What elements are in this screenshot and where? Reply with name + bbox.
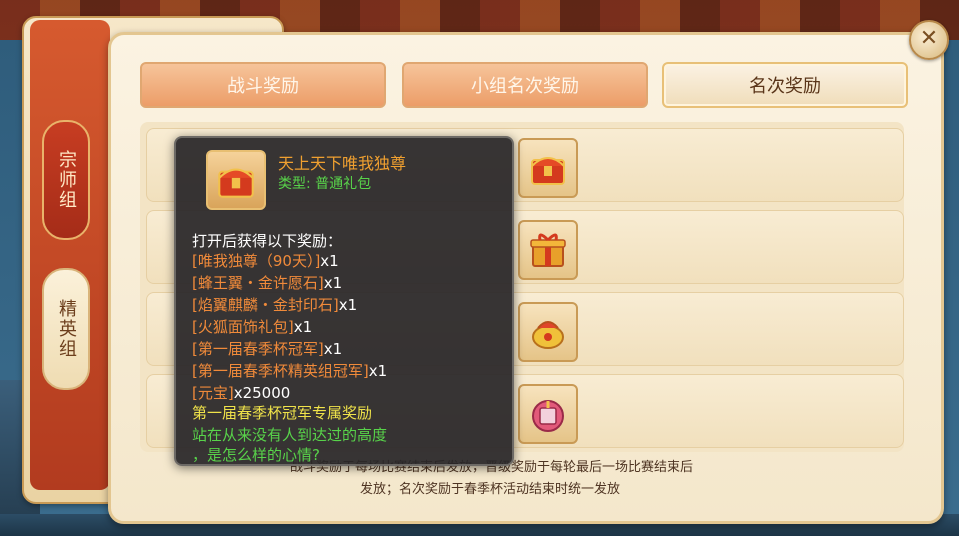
reward-item-name: [唯我独尊（90天）] [192,252,321,270]
gold-pouch-icon [532,321,564,349]
tab-label: 名次奖励 [749,76,821,97]
tooltip-reward-line: [焰翼麒麟・金封印石]x1 [192,294,357,315]
side-tab-label: 精英组 [56,299,77,359]
reward-item-qty: x25000 [233,384,291,402]
tooltip-flavor-line-1: 站在从来没有人到达过的高度 [192,426,388,444]
tooltip-reward-line: [第一届春季杯冠军]x1 [192,338,342,359]
reward-item-name: [焰翼麒麟・金封印石] [192,296,339,314]
tooltip-reward-line: [元宝]x25000 [192,382,290,403]
tooltip-type: 类型: 普通礼包 [278,176,372,192]
close-button[interactable]: ✕ [909,20,949,60]
reward-item-qty: x1 [338,296,358,314]
tooltip-reward-line: [蜂王翼・金许愿石]x1 [192,272,342,293]
item-tooltip: 天上天下唯我独尊 类型: 普通礼包 打开后获得以下奖励： [唯我独尊（90天）]… [174,136,514,466]
tab-battle-rewards[interactable]: 战斗奖励 [140,62,386,108]
reward-item-qty: x1 [320,252,339,270]
tooltip-intro: 打开后获得以下奖励： [192,232,343,250]
reward-slot[interactable] [518,138,578,198]
reward-item-name: [元宝] [192,384,234,402]
reward-item-name: [火狐面饰礼包] [192,318,294,336]
reward-item-qty: x1 [323,274,343,292]
reward-item-qty: x1 [323,340,343,358]
side-tab-master-group[interactable]: 宗师组 [42,120,90,240]
reward-item-name: [第一届春季杯冠军] [192,340,324,358]
treasure-chest-icon [218,168,254,198]
reward-item-name: [蜂王翼・金许愿石] [192,274,324,292]
tooltip-reward-line: [火狐面饰礼包]x1 [192,316,312,337]
reward-item-name: [第一届春季杯精英组冠军] [192,362,369,380]
tab-rank-rewards[interactable]: 名次奖励 [662,62,908,108]
tooltip-exclusive-note: 第一届春季杯冠军专属奖励 [192,404,373,422]
tab-label: 小组名次奖励 [471,76,579,97]
reward-item-qty: x1 [293,318,313,336]
close-icon: ✕ [919,26,939,51]
reward-slot[interactable] [518,302,578,362]
tab-label: 战斗奖励 [227,76,299,97]
lantern-gift-icon [532,400,564,432]
side-tab-label: 宗师组 [56,150,77,210]
tooltip-reward-line: [唯我独尊（90天）]x1 [192,250,339,271]
side-tab-strip [30,20,110,490]
tab-group-rank-rewards[interactable]: 小组名次奖励 [402,62,648,108]
side-tab-elite-group[interactable]: 精英组 [42,268,90,390]
reward-slot[interactable] [518,384,578,444]
tooltip-reward-line: [第一届春季杯精英组冠军]x1 [192,360,387,381]
tooltip-item-icon [206,150,266,210]
reward-slot[interactable] [518,220,578,280]
tooltip-title: 天上天下唯我独尊 [278,154,407,173]
treasure-chest-icon [531,157,565,185]
tooltip-flavor-line-2: ，是怎么样的心情? [192,446,320,464]
reward-item-qty: x1 [368,362,388,380]
footnote-line-2: 发放；名次奖励于春季杯活动结束时统一发放 [360,482,621,497]
gift-box-icon [530,233,566,267]
